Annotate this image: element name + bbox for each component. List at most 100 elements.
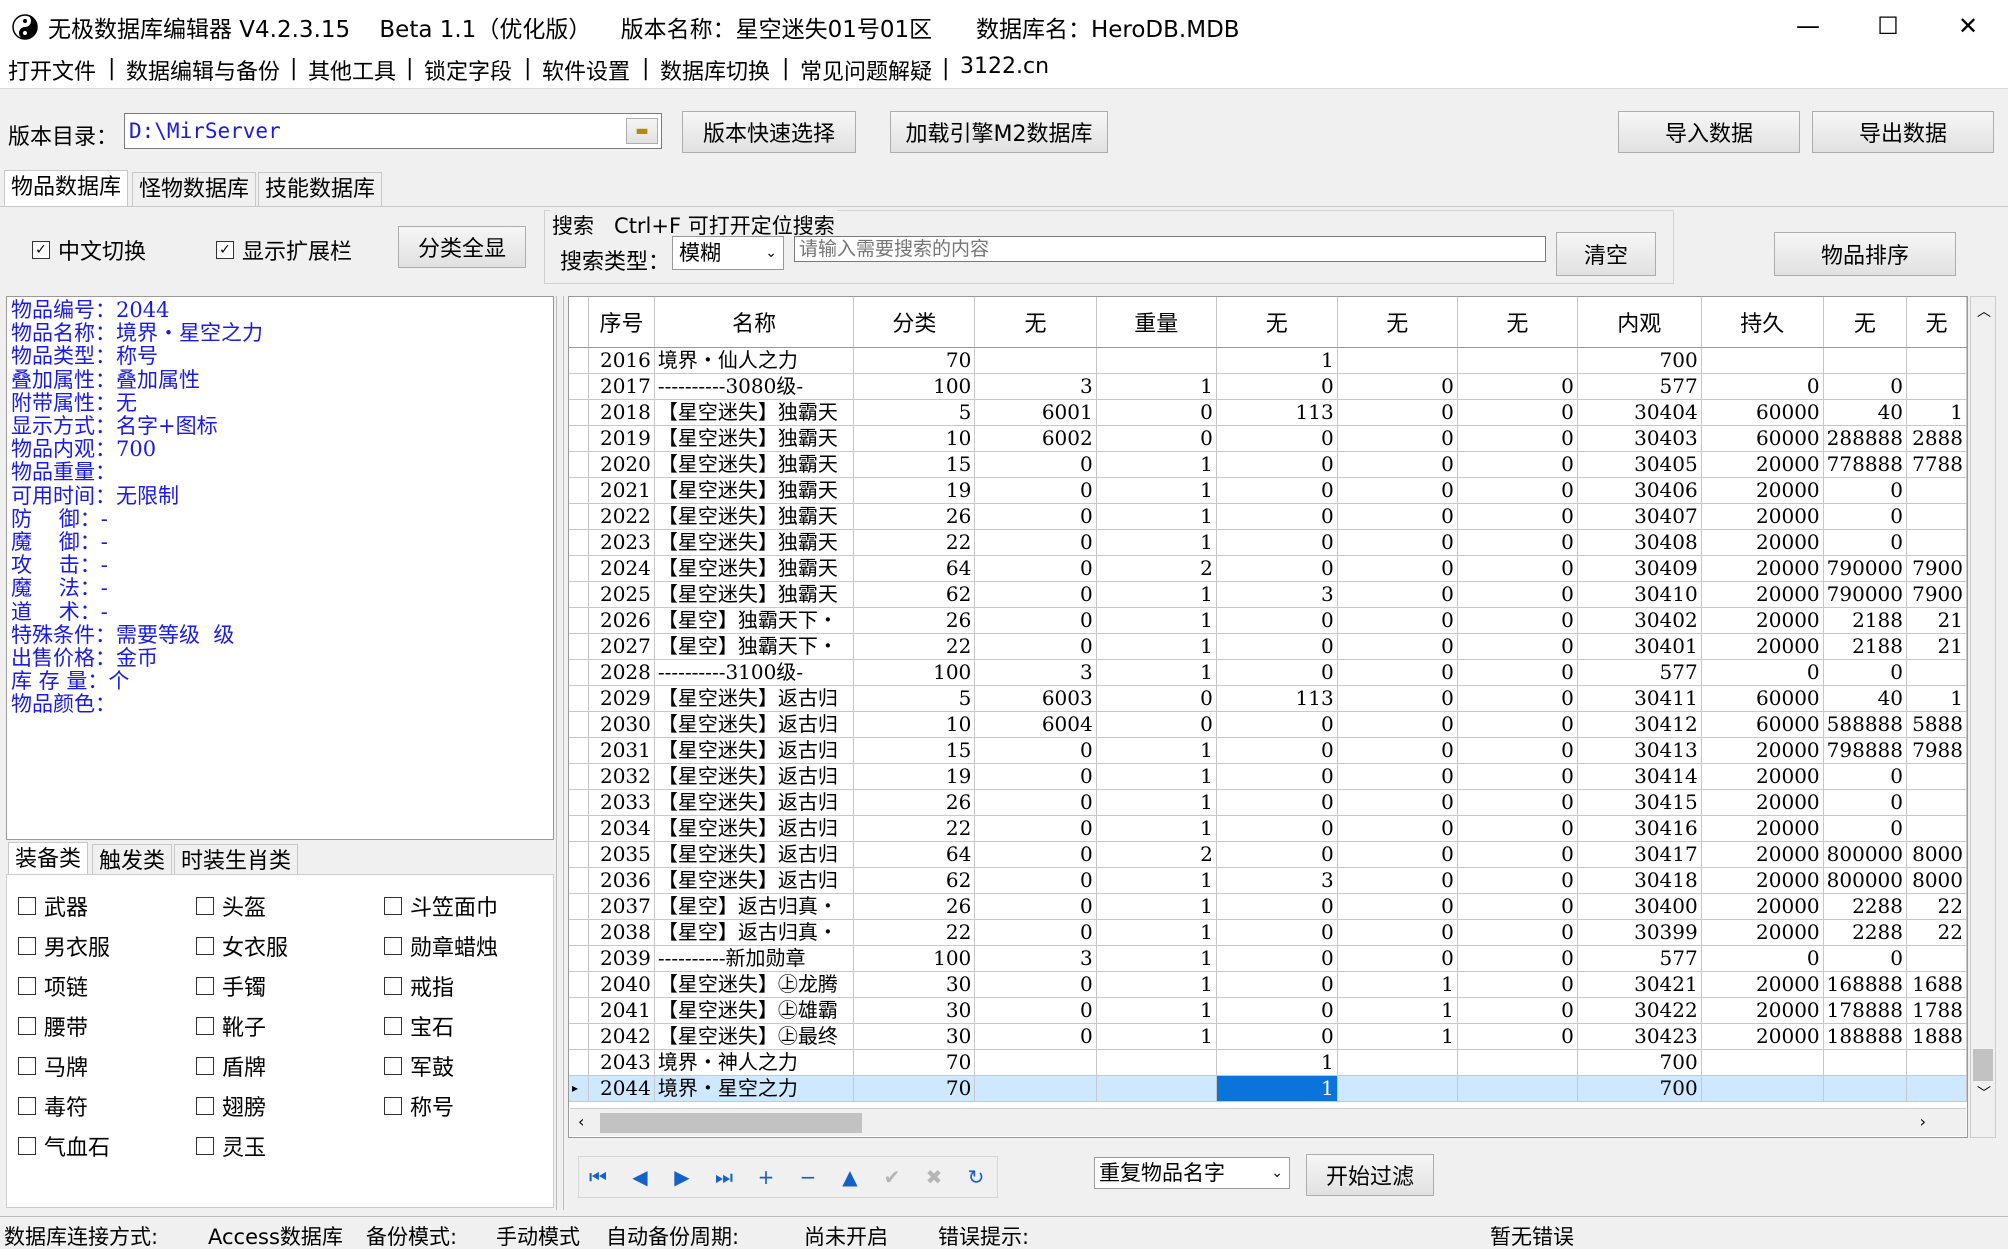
table-cell[interactable]: 【星空迷失】独霸天	[654, 399, 855, 426]
table-cell[interactable]: 0	[1457, 1023, 1578, 1050]
edit-icon[interactable]: ▲	[838, 1165, 862, 1189]
table-cell[interactable]: 15	[853, 451, 976, 478]
table-cell[interactable]: 【星空迷失】独霸天	[654, 529, 855, 556]
table-cell[interactable]: 0	[1337, 373, 1458, 400]
table-cell[interactable]: 22	[853, 529, 976, 556]
table-cell[interactable]: 0	[1823, 789, 1908, 816]
table-cell[interactable]: 1688	[1906, 971, 1967, 998]
table-cell[interactable]: 30409	[1577, 555, 1702, 582]
table-cell[interactable]: 0	[1457, 763, 1578, 790]
table-cell[interactable]: 3	[974, 659, 1097, 686]
table-cell[interactable]: 30402	[1577, 607, 1702, 634]
table-cell[interactable]: 0	[1337, 685, 1458, 712]
table-cell[interactable]: 26	[853, 893, 976, 920]
table-cell[interactable]: 30406	[1577, 477, 1702, 504]
table-cell[interactable]: 0	[1216, 633, 1338, 660]
horizontal-scrollbar[interactable]: ‹ ›	[570, 1108, 1966, 1136]
table-cell[interactable]: 20000	[1701, 997, 1824, 1024]
table-cell[interactable]: 30400	[1577, 893, 1702, 920]
table-cell[interactable]: 1	[1096, 815, 1217, 842]
table-cell[interactable]: 境界・星空之力	[654, 1075, 855, 1102]
table-cell[interactable]: 0	[1216, 789, 1338, 816]
table-cell[interactable]: 0	[1216, 1023, 1338, 1050]
category-checkbox[interactable]: 毒符	[18, 1090, 88, 1122]
table-cell[interactable]: 2188	[1823, 633, 1908, 660]
table-cell[interactable]: 62	[853, 867, 976, 894]
table-cell[interactable]: 20000	[1701, 919, 1824, 946]
table-cell[interactable]: 7900	[1906, 581, 1967, 608]
table-cell[interactable]: 20000	[1701, 971, 1824, 998]
table-cell[interactable]: 62	[853, 581, 976, 608]
table-cell[interactable]: 30	[853, 997, 976, 1024]
table-cell[interactable]	[1906, 763, 1967, 790]
table-cell[interactable]: 1	[1096, 529, 1217, 556]
table-cell[interactable]: 0	[1457, 971, 1578, 998]
table-cell[interactable]: 2041	[588, 997, 655, 1024]
table-cell[interactable]: 0	[1216, 893, 1338, 920]
table-cell[interactable]: 0	[1337, 529, 1458, 556]
search-input[interactable]	[794, 236, 1546, 262]
table-row[interactable]: 2037 【星空】返古归真・ 26 0 1 0 0 0 30400 20000 2288 22	[569, 893, 1967, 920]
table-cell[interactable]: 0	[1457, 893, 1578, 920]
table-cell[interactable]	[1096, 347, 1217, 374]
table-cell[interactable]: 30414	[1577, 763, 1702, 790]
table-cell[interactable]: 0	[974, 607, 1097, 634]
table-cell[interactable]: 30423	[1577, 1023, 1702, 1050]
table-cell[interactable]: 0	[1457, 529, 1578, 556]
table-cell[interactable]: 778888	[1823, 451, 1908, 478]
table-cell[interactable]: 60000	[1701, 711, 1824, 738]
table-row[interactable]: 2031 【星空迷失】返古归 15 0 1 0 0 0 30413 20000 798888 7988	[569, 737, 1967, 764]
table-row[interactable]: 2028 ----------3100级- 100 3 1 0 0 0 577 0 0	[569, 659, 1967, 686]
table-cell[interactable]: 【星空迷失】返古归	[654, 867, 855, 894]
table-cell[interactable]: 5	[853, 399, 976, 426]
table-cell[interactable]: 0	[1337, 451, 1458, 478]
table-cell[interactable]: 0	[974, 763, 1097, 790]
table-cell[interactable]: 【星空迷失】独霸天	[654, 581, 855, 608]
table-cell[interactable]: 10	[853, 425, 976, 452]
table-cell[interactable]: 2023	[588, 529, 655, 556]
table-row[interactable]: 2033 【星空迷失】返古归 26 0 1 0 0 0 30415 20000 0	[569, 789, 1967, 816]
table-cell[interactable]: 0	[974, 815, 1097, 842]
table-cell[interactable]: 2043	[588, 1049, 655, 1076]
first-icon[interactable]: ⏮	[586, 1165, 610, 1189]
table-cell[interactable]	[1096, 1049, 1217, 1076]
table-row[interactable]: 2041 【星空迷失】㊤雄霸 30 0 1 0 1 0 30422 20000 178888 1788	[569, 997, 1967, 1024]
table-cell[interactable]: 30407	[1577, 503, 1702, 530]
table-cell[interactable]: 【星空迷失】独霸天	[654, 451, 855, 478]
export-button[interactable]: 导出数据	[1812, 111, 1994, 153]
table-cell[interactable]: 20000	[1701, 451, 1824, 478]
table-cell[interactable]	[1906, 477, 1967, 504]
table-cell[interactable]	[1457, 1075, 1578, 1102]
table-cell[interactable]: 0	[1096, 685, 1217, 712]
table-cell[interactable]: 0	[1216, 503, 1338, 530]
table-row[interactable]: 2019 【星空迷失】独霸天 10 6002 0 0 0 0 30403 60000 288888 2…	[569, 425, 1967, 452]
delete-icon[interactable]: −	[796, 1165, 820, 1189]
scroll-thumb[interactable]	[600, 1113, 862, 1133]
table-cell[interactable]: 0	[1337, 945, 1458, 972]
table-cell[interactable]: 0	[1337, 503, 1458, 530]
table-cell[interactable]: 0	[1457, 451, 1578, 478]
post-icon[interactable]: ✔	[880, 1165, 904, 1189]
table-cell[interactable]: 0	[1216, 815, 1338, 842]
table-cell[interactable]: 0	[974, 737, 1097, 764]
table-cell[interactable]: 2021	[588, 477, 655, 504]
table-cell[interactable]: 19	[853, 763, 976, 790]
table-cell[interactable]: 1	[1337, 971, 1458, 998]
table-cell[interactable]: 7988	[1906, 737, 1967, 764]
table-cell[interactable]: 70	[853, 1049, 976, 1076]
table-cell[interactable]: 【星空迷失】独霸天	[654, 555, 855, 582]
table-row[interactable]: 2029 【星空迷失】返古归 5 6003 0 113 0 0 30411 60000 40 1	[569, 685, 1967, 712]
table-cell[interactable]: 6002	[974, 425, 1097, 452]
table-cell[interactable]: 700	[1577, 1075, 1702, 1102]
table-cell[interactable]: 20000	[1701, 581, 1824, 608]
column-header[interactable]: 序号	[588, 297, 655, 348]
table-cell[interactable]: 0	[1216, 763, 1338, 790]
column-header[interactable]: 无	[974, 297, 1097, 348]
table-cell[interactable]: 0	[974, 529, 1097, 556]
refresh-icon[interactable]: ↻	[964, 1165, 988, 1189]
table-cell[interactable]: 0	[1216, 945, 1338, 972]
table-cell[interactable]: 30415	[1577, 789, 1702, 816]
table-cell[interactable]: 【星空迷失】独霸天	[654, 425, 855, 452]
table-cell[interactable]: 22	[853, 815, 976, 842]
table-cell[interactable]: 30	[853, 1023, 976, 1050]
